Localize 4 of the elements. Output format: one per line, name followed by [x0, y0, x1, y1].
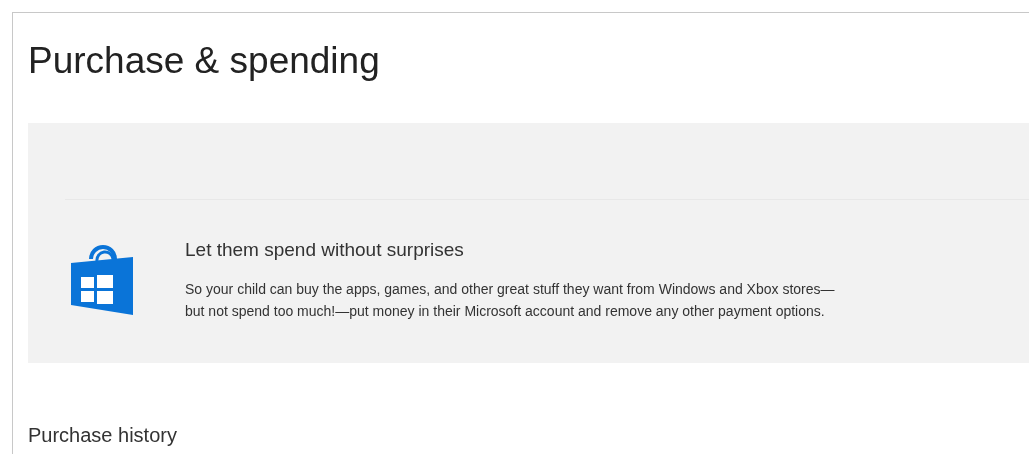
- section-title: Purchase history: [28, 423, 177, 447]
- banner-heading: Let them spend without surprises: [185, 238, 464, 262]
- page-title: Purchase & spending: [28, 39, 380, 83]
- banner-text: So your child can buy the apps, games, and other great stuff they want from Windows and Xbox stores— but not spend too much!—put money in their Microsoft account and remove any other payment options.: [185, 280, 835, 321]
